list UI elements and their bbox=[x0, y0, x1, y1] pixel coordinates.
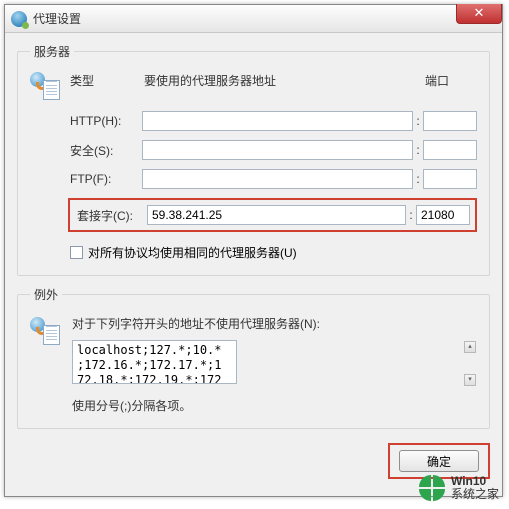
globe-settings-icon bbox=[11, 11, 27, 27]
exceptions-note: 使用分号(;)分隔各项。 bbox=[72, 397, 477, 414]
servers-group: 服务器 类型 要使用的代理服务器地址 端口 HTTP(H): bbox=[17, 43, 490, 276]
exceptions-textarea-wrap: ▴ ▾ bbox=[72, 340, 477, 387]
exceptions-group: 例外 对于下列字符开头的地址不使用代理服务器(N): ▴ ▾ bbox=[17, 286, 490, 429]
header-type: 类型 bbox=[70, 72, 142, 89]
watermark: Win10 系统之家 bbox=[419, 475, 499, 501]
socks-address-input[interactable] bbox=[147, 205, 406, 225]
ftp-label: FTP(F): bbox=[70, 172, 142, 186]
same-for-all-checkbox[interactable] bbox=[70, 246, 83, 259]
close-icon: ✕ bbox=[474, 5, 485, 20]
scroll-up-button[interactable]: ▴ bbox=[464, 341, 476, 353]
ok-button[interactable]: 确定 bbox=[399, 450, 479, 472]
watermark-line2: 系统之家 bbox=[451, 488, 499, 501]
https-port-input[interactable] bbox=[423, 140, 477, 160]
ftp-port-input[interactable] bbox=[423, 169, 477, 189]
ftp-address-input[interactable] bbox=[142, 169, 413, 189]
http-port-input[interactable] bbox=[423, 111, 477, 131]
separator: : bbox=[413, 114, 423, 128]
http-label: HTTP(H): bbox=[70, 114, 142, 128]
servers-legend: 服务器 bbox=[30, 43, 74, 60]
https-label: 安全(S): bbox=[70, 142, 142, 159]
window-title: 代理设置 bbox=[33, 10, 81, 27]
same-for-all-row[interactable]: 对所有协议均使用相同的代理服务器(U) bbox=[70, 244, 477, 261]
document-icon bbox=[43, 80, 60, 100]
header-address: 要使用的代理服务器地址 bbox=[142, 72, 413, 89]
exceptions-textarea[interactable] bbox=[72, 340, 237, 384]
exceptions-heading: 对于下列字符开头的地址不使用代理服务器(N): bbox=[72, 315, 477, 332]
header-port: 端口 bbox=[423, 72, 477, 89]
separator: : bbox=[413, 172, 423, 186]
separator: : bbox=[413, 143, 423, 157]
servers-icon bbox=[30, 70, 62, 102]
proxy-settings-dialog: 代理设置 ✕ 服务器 类型 要使用的代理服务器地址 bbox=[4, 4, 503, 497]
watermark-text: Win10 系统之家 bbox=[451, 475, 499, 501]
socks-highlight-row: 套接字(C): : bbox=[68, 198, 477, 232]
https-address-input[interactable] bbox=[142, 140, 413, 160]
socks-label: 套接字(C): bbox=[75, 207, 147, 224]
separator: : bbox=[406, 208, 416, 222]
document-icon bbox=[43, 325, 60, 345]
titlebar: 代理设置 ✕ bbox=[5, 5, 502, 33]
socks-port-input[interactable] bbox=[416, 205, 470, 225]
textarea-scrollbar: ▴ ▾ bbox=[464, 341, 476, 386]
exceptions-legend: 例外 bbox=[30, 286, 62, 303]
exceptions-icon bbox=[30, 315, 62, 414]
footer: 确定 bbox=[17, 439, 490, 479]
dialog-body: 服务器 类型 要使用的代理服务器地址 端口 HTTP(H): bbox=[5, 33, 502, 496]
scroll-down-button[interactable]: ▾ bbox=[464, 374, 476, 386]
watermark-logo-icon bbox=[419, 475, 445, 501]
same-for-all-label: 对所有协议均使用相同的代理服务器(U) bbox=[88, 244, 297, 261]
http-address-input[interactable] bbox=[142, 111, 413, 131]
close-button[interactable]: ✕ bbox=[456, 4, 502, 24]
servers-grid: 类型 要使用的代理服务器地址 端口 HTTP(H): : 安全(S): : FT… bbox=[30, 72, 477, 261]
